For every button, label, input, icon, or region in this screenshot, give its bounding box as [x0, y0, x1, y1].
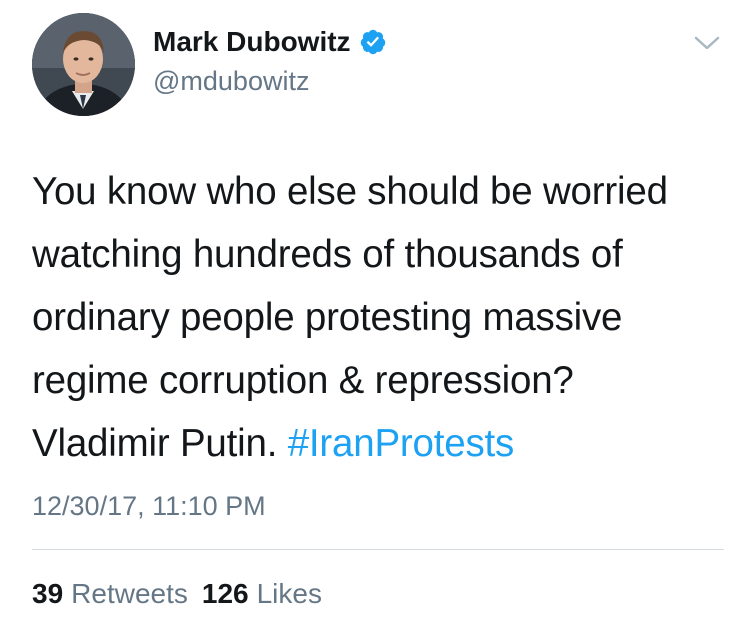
tweet-text: You know who else should be worried watc… [32, 160, 722, 475]
tweet-text-line: Vladimir Putin. [32, 422, 278, 465]
tweet-text-last-line: Vladimir Putin. #IranProtests [32, 412, 722, 475]
likes-count: 126 [201, 578, 249, 609]
tweet-text-line: watching hundreds of thousands of [32, 233, 623, 276]
avatar-photo [32, 13, 135, 116]
likes-stat[interactable]: 126 Likes [202, 578, 322, 610]
author-name-row[interactable]: Mark Dubowitz [153, 26, 387, 58]
tweet-text-line: ordinary people protesting massive [32, 296, 623, 339]
divider [32, 549, 724, 550]
verified-badge-icon [359, 28, 387, 56]
retweets-stat[interactable]: 39 Retweets [32, 578, 188, 610]
tweet-timestamp[interactable]: 12/30/17, 11:10 PM [32, 491, 266, 522]
author-handle[interactable]: @mdubowitz [153, 66, 309, 97]
tweet-stats: 39 Retweets 126 Likes [32, 578, 322, 610]
retweets-label: Retweets [71, 578, 188, 609]
author-avatar[interactable] [32, 13, 135, 116]
hashtag-link[interactable]: #IranProtests [288, 422, 515, 465]
tweet-text-line: You know who else should be worried [32, 170, 668, 213]
tweet-text-line: regime corruption & repression? [32, 359, 574, 402]
retweets-count: 39 [32, 578, 64, 609]
author-display-name[interactable]: Mark Dubowitz [153, 26, 351, 58]
chevron-down-icon[interactable] [693, 33, 721, 53]
likes-label: Likes [256, 578, 322, 609]
